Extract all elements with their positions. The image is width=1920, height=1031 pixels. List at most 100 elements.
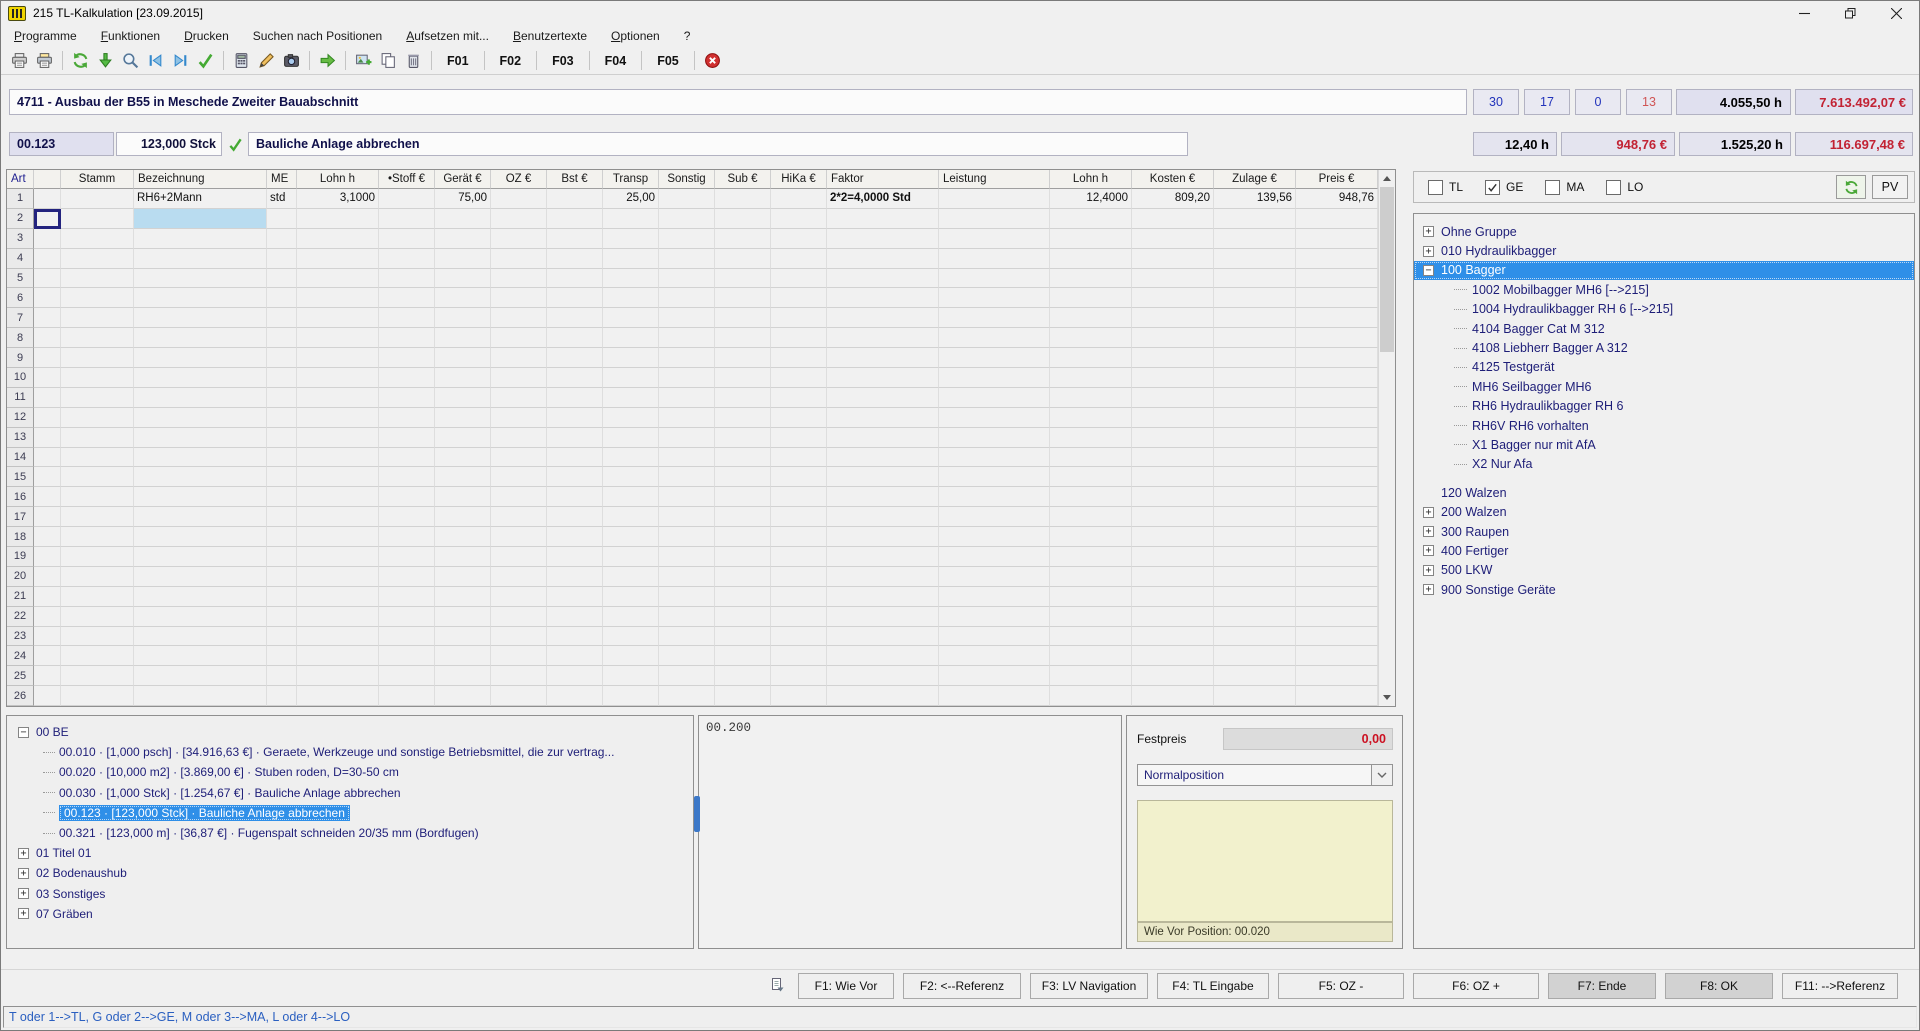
grid-cell[interactable]: [297, 627, 379, 647]
minimize-icon[interactable]: [1781, 1, 1827, 25]
grid-cell[interactable]: [547, 229, 603, 249]
refresh-catalog-button[interactable]: [1836, 175, 1866, 199]
grid-cell[interactable]: [659, 229, 715, 249]
fkey-f11-button[interactable]: F11: -->Referenz: [1782, 973, 1898, 999]
grid-cell[interactable]: [134, 646, 267, 666]
festpreis-field[interactable]: 0,00: [1223, 728, 1393, 750]
grid-cell[interactable]: [1132, 348, 1214, 368]
grid-cell[interactable]: [1214, 408, 1296, 428]
grid-cell[interactable]: [1296, 288, 1378, 308]
menu-[interactable]: ?: [684, 29, 691, 43]
grid-cell[interactable]: RH6+2Mann: [134, 189, 267, 209]
grid-cell[interactable]: [267, 348, 297, 368]
grid-cell[interactable]: [547, 666, 603, 686]
grid-cell[interactable]: [827, 408, 939, 428]
grid-cell[interactable]: [435, 666, 491, 686]
grid-cell[interactable]: [297, 666, 379, 686]
row-number[interactable]: 10: [7, 368, 34, 388]
grid-cell[interactable]: [297, 567, 379, 587]
grid-cell[interactable]: [1132, 527, 1214, 547]
grid-cell[interactable]: [34, 328, 61, 348]
grid-cell[interactable]: [1296, 487, 1378, 507]
column-header-blank-1[interactable]: [34, 170, 61, 189]
grid-cell[interactable]: [379, 229, 435, 249]
grid-cell[interactable]: [134, 666, 267, 686]
grid-cell[interactable]: [659, 249, 715, 269]
column-header-ger-t[interactable]: Gerät €: [435, 170, 491, 189]
grid-cell[interactable]: [379, 189, 435, 209]
grid-cell[interactable]: 75,00: [435, 189, 491, 209]
grid-cell[interactable]: [134, 467, 267, 487]
grid-cell[interactable]: [134, 288, 267, 308]
grid-cell[interactable]: [134, 408, 267, 428]
grid-cell[interactable]: [379, 428, 435, 448]
grid-cell[interactable]: [435, 507, 491, 527]
lv-item[interactable]: +02 Bodenaushub: [7, 863, 693, 883]
grid-cell[interactable]: [379, 507, 435, 527]
expand-plus-icon[interactable]: +: [18, 908, 29, 919]
grid-cell[interactable]: [1296, 229, 1378, 249]
grid-cell[interactable]: [827, 607, 939, 627]
grid-cell[interactable]: [1214, 627, 1296, 647]
grid-cell[interactable]: [491, 448, 547, 468]
grid-cell[interactable]: [939, 388, 1050, 408]
row-number[interactable]: 20: [7, 567, 34, 587]
grid-cell[interactable]: [61, 507, 134, 527]
grid-cell[interactable]: [771, 308, 827, 328]
grid-cell[interactable]: [491, 288, 547, 308]
grid-cell[interactable]: [771, 189, 827, 209]
grid-cell[interactable]: [1132, 408, 1214, 428]
grid-cell[interactable]: [1050, 507, 1132, 527]
fkey-f5-button[interactable]: F5: OZ -: [1278, 973, 1404, 999]
menu-programme[interactable]: Programme: [14, 29, 77, 43]
catalog-item[interactable]: X1 Bagger nur mit AfA: [1414, 435, 1914, 454]
grid-cell[interactable]: [827, 527, 939, 547]
lv-item[interactable]: +07 Gräben: [7, 904, 693, 924]
search-icon[interactable]: [118, 50, 143, 72]
grid-cell[interactable]: [435, 527, 491, 547]
grid-cell[interactable]: [267, 666, 297, 686]
grid-cell[interactable]: [297, 269, 379, 289]
grid-cell[interactable]: [939, 607, 1050, 627]
grid-cell[interactable]: [491, 567, 547, 587]
grid-cell[interactable]: [491, 308, 547, 328]
grid-cell[interactable]: [61, 487, 134, 507]
grid-cell[interactable]: [939, 428, 1050, 448]
grid-cell[interactable]: [297, 448, 379, 468]
grid-cell[interactable]: [1132, 269, 1214, 289]
grid-cell[interactable]: [659, 646, 715, 666]
grid-cell[interactable]: [715, 507, 771, 527]
grid-cell[interactable]: [379, 527, 435, 547]
grid-cell[interactable]: [491, 607, 547, 627]
grid-cell[interactable]: [1214, 646, 1296, 666]
row-number[interactable]: 2: [7, 209, 34, 229]
grid-cell[interactable]: [1214, 288, 1296, 308]
catalog-item[interactable]: −100 Bagger: [1414, 261, 1914, 280]
column-header-lohn-h[interactable]: Lohn h: [297, 170, 379, 189]
grid-cell[interactable]: [297, 308, 379, 328]
grid-cell[interactable]: [827, 348, 939, 368]
lv-item[interactable]: −00 BE: [7, 722, 693, 742]
grid-cell[interactable]: [827, 567, 939, 587]
grid-cell[interactable]: [61, 249, 134, 269]
column-header-sub[interactable]: Sub €: [715, 170, 771, 189]
grid-cell[interactable]: [715, 269, 771, 289]
row-number[interactable]: 14: [7, 448, 34, 468]
column-header-leistung[interactable]: Leistung: [939, 170, 1050, 189]
grid-cell[interactable]: [267, 686, 297, 706]
grid-cell[interactable]: [1050, 527, 1132, 547]
grid-cell[interactable]: [267, 328, 297, 348]
grid-cell[interactable]: [547, 288, 603, 308]
catalog-item[interactable]: +300 Raupen: [1414, 522, 1914, 541]
grid-cell[interactable]: [491, 209, 547, 229]
grid-cell[interactable]: 948,76: [1296, 189, 1378, 209]
expand-plus-icon[interactable]: +: [18, 868, 29, 879]
grid-cell[interactable]: [1214, 308, 1296, 328]
grid-cell[interactable]: [267, 507, 297, 527]
grid-cell[interactable]: [134, 448, 267, 468]
grid-cell[interactable]: [547, 686, 603, 706]
row-number[interactable]: 19: [7, 547, 34, 567]
grid-cell[interactable]: [603, 646, 659, 666]
toolbar-f02-button[interactable]: F02: [490, 54, 532, 68]
grid-cell[interactable]: [939, 348, 1050, 368]
